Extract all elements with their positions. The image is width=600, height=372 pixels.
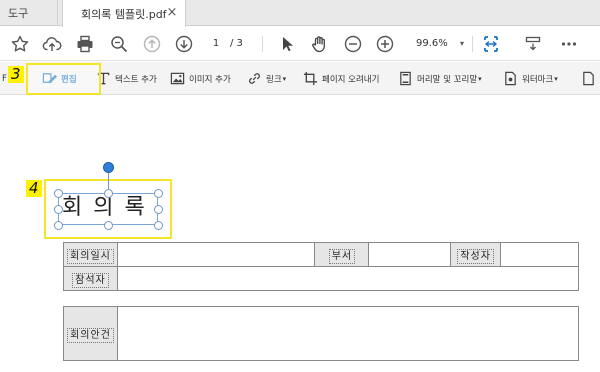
meeting-date-label: 회의일시 <box>63 242 118 267</box>
print-icon[interactable] <box>74 33 96 55</box>
link-button[interactable]: 링크 ▾ <box>247 68 286 89</box>
scroll-mode-icon[interactable] <box>522 33 544 55</box>
resize-handle[interactable] <box>104 189 113 198</box>
chevron-down-icon: ▾ <box>554 74 558 83</box>
add-image-button[interactable]: 이미지 추가 <box>170 68 231 89</box>
resize-handle[interactable] <box>154 221 163 230</box>
tab-document[interactable]: 회의록 템플릿.pdf × <box>62 0 186 27</box>
meeting-date-field[interactable] <box>116 242 316 267</box>
zoom-level-select[interactable]: 99.6% ▾ <box>408 35 466 53</box>
add-text-label: 텍스트 추가 <box>115 74 157 85</box>
link-icon <box>249 73 260 84</box>
toolbar-divider <box>472 36 473 52</box>
pointer-icon[interactable] <box>276 33 298 55</box>
more-icon[interactable] <box>558 33 580 55</box>
tab-document-label: 회의록 템플릿.pdf <box>81 7 167 21</box>
table-row: 참석자 <box>63 266 580 291</box>
step-badge-3: 3 <box>8 66 24 83</box>
watermark-label: 워터마크 <box>522 74 554 85</box>
header-footer-icon <box>400 71 411 86</box>
star-icon[interactable] <box>9 33 31 55</box>
agenda-field[interactable] <box>117 306 579 361</box>
step-badge-4: 4 <box>26 180 42 197</box>
zoom-out-icon[interactable] <box>342 33 364 55</box>
author-field[interactable] <box>500 242 579 267</box>
edit-button-highlight <box>26 63 101 95</box>
header-footer-label: 머리말 및 꼬리말 <box>417 74 478 85</box>
resize-handle[interactable] <box>154 205 163 214</box>
resize-handle[interactable] <box>54 221 63 230</box>
page-number-input[interactable]: 1 <box>205 35 227 53</box>
agenda-table: 회의안건 <box>63 306 579 361</box>
crop-pages-button[interactable]: 페이지 오려내기 <box>303 68 379 89</box>
crop-pages-label: 페이지 오려내기 <box>322 74 380 85</box>
agenda-label: 회의안건 <box>63 306 118 361</box>
image-icon <box>170 72 185 85</box>
resize-handle[interactable] <box>54 189 63 198</box>
department-label: 부서 <box>314 242 370 267</box>
page-total-label: / 3 <box>230 38 243 49</box>
chevron-down-icon: ▾ <box>459 39 464 48</box>
zoom-level-value: 99.6% <box>416 38 448 49</box>
page-up-icon[interactable] <box>141 33 163 55</box>
attendees-label: 참석자 <box>63 266 118 291</box>
more-tools-button[interactable] <box>581 68 600 89</box>
add-text-button[interactable]: 텍스트 추가 <box>96 68 157 89</box>
toolbar-divider <box>262 36 263 52</box>
zoom-in-icon[interactable] <box>374 33 396 55</box>
add-image-label: 이미지 추가 <box>189 74 231 85</box>
zoom-search-icon[interactable] <box>108 33 130 55</box>
resize-handle[interactable] <box>154 189 163 198</box>
attendees-field[interactable] <box>116 266 580 291</box>
hand-icon[interactable] <box>308 33 330 55</box>
header-footer-button[interactable]: 머리말 및 꼬리말 ▾ <box>398 68 482 89</box>
resize-handle[interactable] <box>54 205 63 214</box>
chevron-down-icon: ▾ <box>282 74 287 83</box>
cloud-upload-icon[interactable] <box>41 33 63 55</box>
close-icon[interactable]: × <box>165 6 179 20</box>
table-row: 회의일시 부서 작성자 <box>63 242 579 267</box>
watermark-button[interactable]: 워터마크 ▾ <box>503 68 558 89</box>
rotate-handle-icon[interactable] <box>103 162 114 173</box>
link-label: 링크 <box>266 74 282 85</box>
tab-tools[interactable]: 도구 <box>0 0 58 26</box>
author-label: 작성자 <box>450 242 502 267</box>
crop-icon <box>303 71 318 86</box>
chevron-down-icon: ▾ <box>478 74 482 83</box>
document-icon <box>583 71 594 86</box>
main-toolbar: 1 / 3 99.6% ▾ <box>0 27 600 61</box>
meeting-info-table: 회의일시 부서 작성자 참석자 <box>63 242 580 291</box>
table-row: 회의안건 <box>63 306 579 361</box>
department-field[interactable] <box>368 242 452 267</box>
resize-handle[interactable] <box>104 221 113 230</box>
page-down-icon[interactable] <box>173 33 195 55</box>
tab-bar: 도구 회의록 템플릿.pdf × <box>0 0 600 27</box>
fit-page-icon[interactable] <box>480 33 502 55</box>
watermark-icon <box>505 71 516 86</box>
